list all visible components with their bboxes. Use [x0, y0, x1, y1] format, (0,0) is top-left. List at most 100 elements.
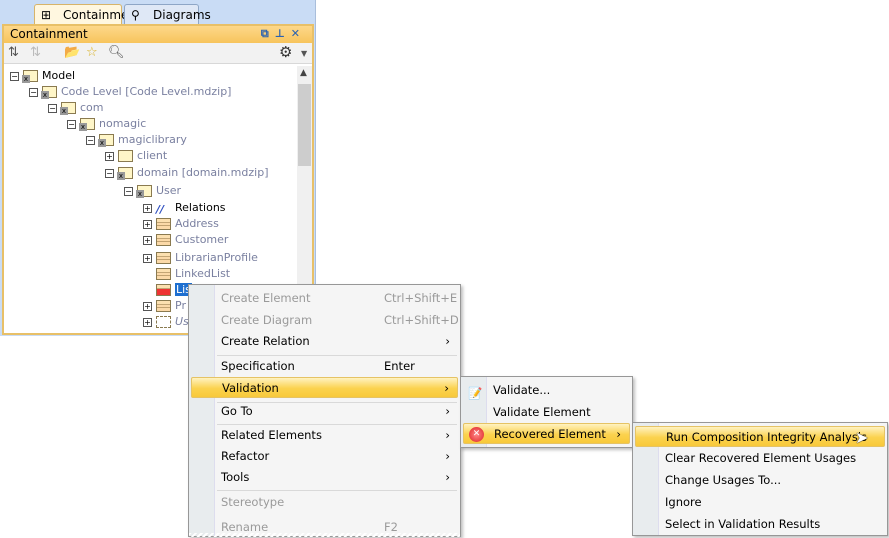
class-icon [156, 284, 171, 296]
package-icon: x [60, 102, 76, 115]
pin-icon[interactable]: ⊥ [275, 27, 291, 40]
search-icon[interactable]: 🔍︎ [108, 45, 125, 60]
menu-item-rename[interactable]: Rename F2 [191, 517, 458, 538]
tree-item-label: Pr [175, 299, 186, 312]
scroll-thumb[interactable] [298, 84, 311, 166]
expand-node-icon[interactable]: + [143, 235, 152, 245]
tree-item[interactable]: − x Code Level [Code Level.mdzip] [29, 84, 231, 100]
expand-node-icon[interactable]: + [143, 253, 152, 263]
class-icon [156, 252, 171, 264]
tree-item[interactable]: − x User [124, 183, 181, 199]
validate-icon: 📝 [468, 386, 483, 400]
menu-item-recovered-element[interactable]: ✕ Recovered Element › [463, 423, 630, 444]
collapse-node-icon[interactable]: − [86, 135, 95, 145]
tree-item[interactable]: + Us [143, 314, 189, 330]
tree-item-label: LibrarianProfile [175, 251, 258, 264]
gear-icon[interactable]: ⚙ [279, 43, 292, 61]
menu-item-label: Ignore [665, 495, 702, 509]
menu-item-go-to[interactable]: Go To › [191, 401, 458, 422]
collapse-node-icon[interactable]: − [48, 103, 57, 113]
submenu-arrow-icon: › [445, 428, 450, 442]
shortcut-label: Ctrl+Shift+D [384, 313, 459, 327]
tree-item-label: Us [175, 315, 189, 328]
tree-item[interactable]: + LibrarianProfile [143, 250, 258, 266]
tree-item[interactable]: Lis [143, 282, 192, 298]
tree-item[interactable]: − x domain [domain.mdzip] [105, 165, 268, 181]
expand-node-icon[interactable]: + [143, 203, 152, 213]
tree-item-label: Model [42, 69, 76, 82]
menu-item-refactor[interactable]: Refactor › [191, 446, 458, 467]
menu-item-validate-element[interactable]: Validate Element [463, 402, 630, 423]
mouse-cursor-icon: ➤ [855, 428, 869, 447]
tree-item-label: User [156, 184, 182, 197]
expand-node-icon[interactable]: + [143, 301, 152, 311]
menu-item-create-element[interactable]: Create Element Ctrl+Shift+E [191, 288, 458, 309]
tree-item[interactable]: − x com [48, 100, 104, 116]
menu-item-label: Select in Validation Results [665, 517, 821, 531]
menu-item-label: Recovered Element [494, 427, 606, 441]
menu-item-label: Validate... [493, 383, 551, 397]
menu-item-label: Create Element [221, 291, 311, 305]
menu-item-change-usages-to[interactable]: Change Usages To... [635, 470, 885, 491]
tree-item[interactable]: + Address [143, 216, 219, 232]
menu-item-clear-recovered-element-usages[interactable]: Clear Recovered Element Usages [635, 448, 885, 469]
submenu-arrow-icon: › [445, 404, 450, 418]
expand-node-icon[interactable]: + [105, 151, 114, 161]
tree-item-label: nomagic [99, 117, 147, 130]
menu-item-run-composition-integrity-analysis[interactable]: Run Composition Integrity Analysis [635, 426, 885, 447]
tree-item[interactable]: LinkedList [143, 266, 230, 282]
expand-node-icon[interactable]: + [143, 219, 152, 229]
interface-icon [156, 316, 171, 328]
tree-item[interactable]: − x nomagic [67, 116, 146, 132]
collapse-icon[interactable]: ⇅ [8, 45, 19, 60]
tree-item-label: domain [domain.mdzip] [137, 166, 269, 179]
collapse-node-icon[interactable]: − [124, 186, 133, 196]
diagrams-icon: ⚲ [131, 8, 140, 22]
menu-item-create-diagram[interactable]: Create Diagram Ctrl+Shift+D [191, 310, 459, 331]
tree-item[interactable]: + // Relations [143, 200, 226, 216]
tree-item[interactable]: − x magiclibrary [86, 132, 187, 148]
menu-separator [217, 355, 457, 356]
expand-node-icon[interactable]: + [143, 317, 152, 327]
tree-item-label: magiclibrary [118, 133, 187, 146]
close-icon[interactable]: ✕ [291, 27, 306, 40]
menu-item-tools[interactable]: Tools › [191, 467, 458, 488]
submenu-arrow-icon: › [444, 381, 449, 395]
favorite-star-icon[interactable]: ☆ [86, 45, 98, 60]
undock-icon[interactable]: ⧉ [261, 27, 275, 40]
package-icon: x [41, 86, 57, 99]
menu-item-validate[interactable]: 📝 Validate... [463, 380, 630, 401]
menu-item-validation[interactable]: Validation › [191, 377, 458, 398]
open-folder-icon[interactable]: 📂 [64, 45, 80, 60]
tree-item-label: Code Level [Code Level.mdzip] [61, 85, 232, 98]
relations-icon: // [156, 203, 165, 216]
context-menu: Create Element Ctrl+Shift+E Create Diagram… [188, 284, 461, 537]
class-icon [156, 234, 171, 246]
dropdown-arrow-icon[interactable]: ▼ [301, 49, 307, 58]
class-icon [156, 268, 171, 280]
menu-item-label: Go To [221, 404, 253, 418]
collapse-node-icon[interactable]: − [67, 119, 76, 129]
menu-item-ignore[interactable]: Ignore [635, 492, 885, 513]
collapse-node-icon[interactable]: − [10, 71, 19, 81]
tree-item[interactable]: + Customer [143, 232, 228, 248]
collapse-node-icon[interactable]: − [29, 87, 38, 97]
tab-containment[interactable]: ⊞ Containment [34, 4, 141, 24]
tab-diagrams[interactable]: ⚲ Diagrams [124, 4, 211, 24]
menu-item-stereotype[interactable]: Stereotype [191, 492, 458, 513]
shortcut-label: Ctrl+Shift+E [384, 291, 458, 305]
collapse-node-icon[interactable]: − [105, 168, 114, 178]
menu-item-label: Validate Element [493, 405, 591, 419]
menu-item-select-in-validation-results[interactable]: Select in Validation Results [635, 514, 885, 535]
menu-item-specification[interactable]: Specification Enter [191, 356, 458, 377]
menu-item-related-elements[interactable]: Related Elements › [191, 425, 458, 446]
scroll-up-icon[interactable]: ▲ [300, 68, 307, 78]
tree-item[interactable]: + Pr [143, 298, 186, 314]
expand-icon[interactable]: ⇅ [30, 45, 41, 60]
menu-item-create-relation[interactable]: Create Relation › [191, 331, 458, 352]
tree-item[interactable]: + client [105, 148, 167, 164]
model-icon: x [22, 70, 38, 83]
menu-item-label: Tools [221, 470, 250, 484]
tree-item[interactable]: − x Model [10, 68, 75, 84]
menu-item-label: Create Relation [221, 334, 310, 348]
